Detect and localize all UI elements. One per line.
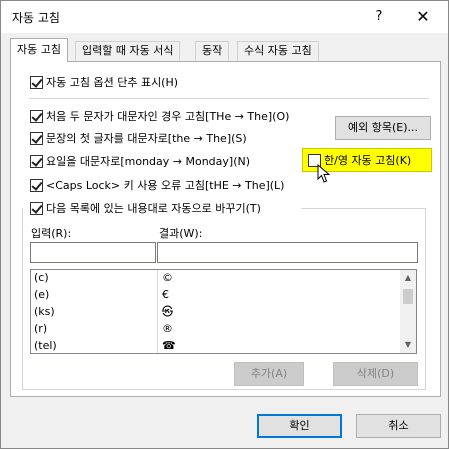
hangul-english-label: 한/영 자동 고침(K) xyxy=(324,154,412,167)
list-item-input: (ks) xyxy=(34,305,55,318)
list-item[interactable]: (e) € xyxy=(31,287,401,303)
show-buttons-label: 자동 고침 옵션 단추 표시(H) xyxy=(46,76,179,89)
tab-label: 수식 자동 고침 xyxy=(244,44,312,57)
capitalize-sentence-label: 문장의 첫 글자를 대문자로[the → The](S) xyxy=(46,132,247,145)
replace-text-label: 다음 목록에 있는 내용대로 자동으로 바꾸기(T) xyxy=(46,202,261,215)
replace-text-option[interactable]: 다음 목록에 있는 내용대로 자동으로 바꾸기(T) xyxy=(30,200,264,216)
list-item[interactable]: (c) © xyxy=(31,270,401,286)
list-item-result: ☎ xyxy=(162,339,176,352)
list-item-input: (c) xyxy=(34,271,49,284)
tab-label: 입력할 때 자동 서식 xyxy=(82,44,174,57)
exceptions-button[interactable]: 예외 항목(E)... xyxy=(335,116,431,140)
two-initial-caps-label: 처음 두 문자가 대문자인 경우 고침[THe → The](O) xyxy=(46,110,290,123)
caps-lock-label: <Caps Lock> 키 사용 오류 고침[tHE → The](L) xyxy=(46,179,285,192)
ok-button[interactable]: 확인 xyxy=(257,414,342,438)
list-item-result: € xyxy=(162,288,169,301)
replace-input[interactable] xyxy=(30,242,156,263)
group-border-right xyxy=(425,208,426,390)
mouse-pointer-icon xyxy=(317,164,331,183)
list-item-result: ㉿ xyxy=(162,305,173,318)
tab-autocorrect[interactable]: 자동 고침 xyxy=(10,38,68,62)
group-border-bottom xyxy=(22,389,426,390)
list-item[interactable]: (r) ® xyxy=(31,321,401,337)
with-label: 결과(W): xyxy=(159,227,203,240)
title-bar: 자동 고침 ? ✕ xyxy=(1,1,448,33)
cancel-button[interactable]: 취소 xyxy=(356,414,441,438)
replacement-list[interactable]: (c) © (e) € (ks) ㉿ (r) ® (tel) ☎ ▲ ▼ xyxy=(30,269,417,354)
capitalize-days-checkbox[interactable] xyxy=(30,154,43,168)
two-initial-caps-checkbox[interactable] xyxy=(30,109,43,123)
list-scrollbar[interactable]: ▲ ▼ xyxy=(400,270,416,353)
show-buttons-checkbox[interactable] xyxy=(30,75,43,89)
tab-actions[interactable]: 동작 xyxy=(195,41,230,61)
window-title: 자동 고침 xyxy=(12,11,60,25)
two-initial-caps-option[interactable]: 처음 두 문자가 대문자인 경우 고침[THe → The](O) xyxy=(30,108,289,124)
capitalize-days-label: 요일을 대문자로[monday → Monday](N) xyxy=(46,155,251,168)
close-button[interactable]: ✕ xyxy=(403,4,443,30)
help-button[interactable]: ? xyxy=(359,4,399,30)
tab-label: 동작 xyxy=(202,44,223,57)
add-button[interactable]: 추가(A) xyxy=(234,362,304,386)
with-input[interactable] xyxy=(157,242,418,263)
caps-lock-checkbox[interactable] xyxy=(30,178,43,192)
list-item-input: (tel) xyxy=(34,339,57,352)
scroll-down-icon[interactable]: ▼ xyxy=(400,337,416,353)
capitalize-sentence-checkbox[interactable] xyxy=(30,131,43,145)
tab-label: 자동 고침 xyxy=(17,43,61,56)
capitalize-days-option[interactable]: 요일을 대문자로[monday → Monday](N) xyxy=(30,153,250,169)
list-item[interactable]: (ks) ㉿ xyxy=(31,304,401,320)
scroll-thumb[interactable] xyxy=(403,289,413,304)
autocorrect-dialog: 자동 고침 ? ✕ 자동 고침 입력할 때 자동 서식 동작 수식 자동 고침 … xyxy=(0,0,449,449)
tab-autoformat-as-you-type[interactable]: 입력할 때 자동 서식 xyxy=(75,41,181,61)
show-buttons-option[interactable]: 자동 고침 옵션 단추 표시(H) xyxy=(30,74,178,90)
scroll-up-icon[interactable]: ▲ xyxy=(400,270,416,286)
separator xyxy=(29,98,429,99)
capitalize-sentence-option[interactable]: 문장의 첫 글자를 대문자로[the → The](S) xyxy=(30,130,247,146)
group-border-top xyxy=(301,208,426,209)
list-item-result: © xyxy=(162,271,173,284)
caps-lock-option[interactable]: <Caps Lock> 키 사용 오류 고침[tHE → The](L) xyxy=(30,177,284,193)
group-border-left xyxy=(22,208,23,390)
tab-math-autocorrect[interactable]: 수식 자동 고침 xyxy=(237,41,319,61)
list-item-input: (e) xyxy=(34,288,50,301)
replace-label: 입력(R): xyxy=(31,227,72,240)
list-item-input: (r) xyxy=(34,322,48,335)
list-item[interactable]: (tel) ☎ xyxy=(31,338,401,353)
list-item-result: ® xyxy=(162,322,173,335)
replace-text-checkbox[interactable] xyxy=(30,201,43,215)
delete-button[interactable]: 삭제(D) xyxy=(333,362,418,386)
